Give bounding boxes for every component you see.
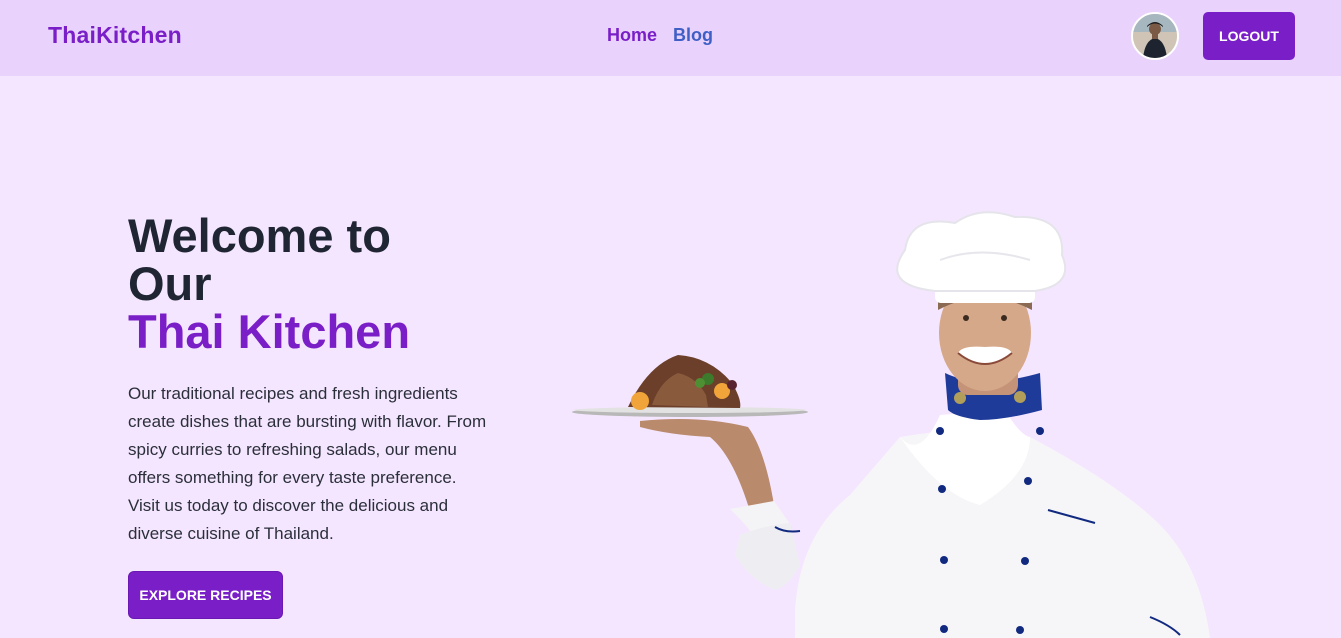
hero-title-accent: Thai Kitchen [128,305,411,358]
hero-description: Our traditional recipes and fresh ingred… [128,384,487,543]
hero-title-line1: Welcome to [128,209,391,262]
nav-links: Home Blog [607,25,713,46]
hero-title-line2: Our [128,257,212,310]
brand-logo[interactable]: ThaiKitchen [48,22,182,49]
nav-link-blog[interactable]: Blog [673,25,713,46]
logout-button[interactable]: LOGOUT [1203,12,1295,60]
nav-link-home[interactable]: Home [607,25,657,46]
navbar: ThaiKitchen Home Blog LOGOUT [0,0,1341,76]
explore-recipes-button[interactable]: EXPLORE RECIPES [128,571,283,619]
hero-title: Welcome to Our Thai Kitchen [128,212,410,356]
avatar-photo [1133,14,1177,58]
avatar[interactable] [1131,12,1179,60]
chef-illustration [572,211,1210,638]
